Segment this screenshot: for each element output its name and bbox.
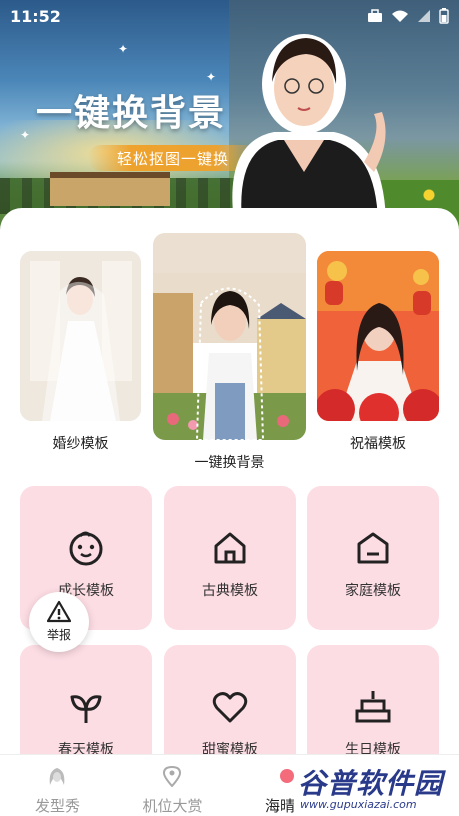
site-watermark: 谷普软件园 www.gupuxiazai.com bbox=[294, 760, 459, 816]
leaf-icon bbox=[70, 695, 102, 723]
growth-template-label: 成长模板 bbox=[58, 583, 114, 599]
report-button[interactable]: 举报 bbox=[29, 592, 89, 652]
hero-title: 一键换背景 bbox=[36, 93, 227, 134]
watermark-main: 谷普软件园 bbox=[298, 767, 444, 800]
sparkle-icon: ✦ bbox=[118, 42, 129, 56]
heart-icon bbox=[212, 692, 248, 723]
briefcase-icon bbox=[368, 9, 382, 22]
nav-item-camera-positions[interactable]: 机位大赏 bbox=[115, 755, 230, 816]
home-icon bbox=[357, 532, 389, 564]
hero-subtitle: 轻松抠图一键换 bbox=[116, 149, 229, 168]
birthday-cake-icon bbox=[355, 691, 391, 723]
classical-template-tile[interactable]: 古典模板 bbox=[164, 486, 296, 630]
sparkle-icon: ✦ bbox=[20, 128, 31, 142]
family-template-tile[interactable]: 家庭模板 bbox=[307, 486, 439, 630]
baby-face-icon bbox=[69, 531, 103, 566]
blessing-template-card[interactable] bbox=[317, 251, 439, 421]
new-year-portrait-image bbox=[317, 251, 439, 421]
classical-house-icon bbox=[214, 532, 246, 564]
hero-house bbox=[50, 172, 170, 206]
status-bar: 11:52 bbox=[0, 0, 459, 32]
status-time: 11:52 bbox=[10, 6, 61, 26]
nav-label-camera-positions: 机位大赏 bbox=[142, 797, 203, 815]
report-label: 举报 bbox=[46, 628, 71, 642]
blessing-template-label: 祝福模板 bbox=[350, 436, 406, 452]
hero-model-portrait bbox=[232, 34, 386, 222]
warning-triangle-icon bbox=[47, 600, 71, 623]
wedding-template-label: 婚纱模板 bbox=[52, 436, 109, 452]
bride-image bbox=[20, 251, 141, 421]
classical-template-label: 古典模板 bbox=[202, 583, 258, 599]
hero-banner[interactable]: ✦ ✦ ✦ 一键换背景 轻松抠图一键换 11:52 bbox=[0, 0, 459, 230]
location-pin-icon bbox=[162, 765, 182, 787]
change-background-template-card[interactable] bbox=[153, 233, 306, 440]
wifi-icon bbox=[392, 10, 408, 22]
change-background-template-label: 一键换背景 bbox=[194, 455, 265, 471]
street-portrait-image bbox=[153, 233, 306, 440]
watermark-url: www.gupuxiazai.com bbox=[300, 798, 417, 811]
woman-hair-icon bbox=[49, 768, 65, 785]
family-template-label: 家庭模板 bbox=[345, 583, 401, 599]
signal-icon bbox=[418, 10, 430, 22]
nav-item-hairstyle[interactable]: 发型秀 bbox=[0, 755, 115, 816]
battery-icon bbox=[439, 8, 449, 24]
nav-label-hairstyle: 发型秀 bbox=[34, 797, 80, 815]
wedding-template-card[interactable] bbox=[20, 251, 141, 421]
